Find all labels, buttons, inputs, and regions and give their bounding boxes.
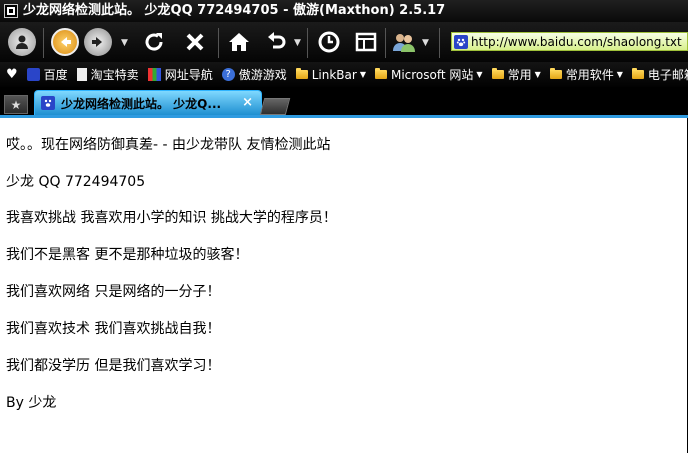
bookmark-baidu[interactable]: 百度 <box>26 66 68 83</box>
bookmark-taobao[interactable]: 淘宝特卖 <box>76 66 139 83</box>
content-line: 我们都没学历 但是我们喜欢学习！ <box>6 358 221 374</box>
folder-icon <box>374 68 387 79</box>
undo-dropdown-icon[interactable]: ▼ <box>294 38 301 48</box>
folder-icon <box>631 68 644 79</box>
content-line: By 少龙 <box>6 395 57 411</box>
bookmark-linkbar[interactable]: LinkBar ▼ <box>295 68 366 82</box>
content-line: 哎。。现在网络防御真差- - 由少龙带队 友情检测此站 <box>6 137 331 153</box>
clock-icon[interactable] <box>315 28 343 56</box>
tab-bar: ★ 少龙网络检测此站。 少龙Q... × <box>0 87 688 117</box>
back-icon[interactable] <box>51 28 79 56</box>
content-line: 我们不是黑客 更不是那种垃圾的骇客！ <box>6 247 249 263</box>
content-line: 我们喜欢网络 只是网络的一分子！ <box>6 284 221 300</box>
bookmarks-bar: ♥ 百度 淘宝特卖 网址导航 ? 傲游游戏 LinkBar ▼ Microsoft… <box>0 62 688 87</box>
folder-icon <box>549 68 562 79</box>
window-title: 少龙网络检测此站。 少龙QQ 772494705 - 傲游(Maxthon) 2… <box>23 3 446 18</box>
baidu-paw-icon <box>454 34 468 49</box>
undo-icon[interactable] <box>262 28 290 56</box>
window-titlebar[interactable]: 少龙网络检测此站。 少龙QQ 772494705 - 傲游(Maxthon) 2… <box>0 0 688 22</box>
layout-icon[interactable] <box>352 28 380 56</box>
content-line: 我们喜欢技术 我们喜欢挑战自我！ <box>6 321 221 337</box>
tab-close-icon[interactable]: × <box>242 95 253 110</box>
hao123-icon <box>147 68 161 81</box>
address-bar[interactable]: http://www.baidu.com/shaolong.txt <box>451 32 688 51</box>
bookmark-common[interactable]: 常用 ▼ <box>491 66 541 83</box>
content-line: 我喜欢挑战 我喜欢用小学的知识 挑战大学的程序员！ <box>6 210 337 226</box>
tab-active[interactable]: 少龙网络检测此站。 少龙Q... × <box>34 90 262 115</box>
folder-icon <box>491 68 504 79</box>
main-toolbar: ▼ ▼ ▼ http://www.baidu.com/shaolong.txt <box>0 22 688 62</box>
page-icon <box>76 68 87 81</box>
users-dropdown-icon[interactable]: ▼ <box>422 38 429 48</box>
help-icon: ? <box>221 68 235 81</box>
baidu-paw-icon <box>26 68 40 81</box>
new-tab-button[interactable] <box>259 98 291 115</box>
maxthon-app-icon <box>4 4 18 18</box>
bookmark-games[interactable]: ? 傲游游戏 <box>221 66 287 83</box>
heart-icon[interactable]: ♥ <box>6 67 18 82</box>
bookmark-email[interactable]: 电子邮箱 <box>631 66 688 83</box>
stop-icon[interactable] <box>181 28 209 56</box>
address-url[interactable]: http://www.baidu.com/shaolong.txt <box>471 35 682 49</box>
user-icon[interactable] <box>8 28 36 56</box>
folder-icon <box>295 68 308 79</box>
tab-label: 少龙网络检测此站。 少龙Q... <box>61 96 222 111</box>
refresh-icon[interactable] <box>140 28 168 56</box>
history-dropdown-icon[interactable]: ▼ <box>121 38 128 48</box>
bookmark-nav[interactable]: 网址导航 <box>147 66 213 83</box>
home-icon[interactable] <box>225 28 253 56</box>
users-icon[interactable] <box>390 28 418 56</box>
forward-icon[interactable] <box>84 28 112 56</box>
page-content: 哎。。现在网络防御真差- - 由少龙带队 友情检测此站 少龙 QQ 772494… <box>0 118 688 453</box>
bookmark-software[interactable]: 常用软件 ▼ <box>549 66 623 83</box>
content-line: 少龙 QQ 772494705 <box>6 174 146 190</box>
baidu-paw-icon <box>41 96 55 110</box>
bookmark-microsoft[interactable]: Microsoft 网站 ▼ <box>374 66 483 83</box>
favorites-star-icon[interactable]: ★ <box>4 95 28 114</box>
